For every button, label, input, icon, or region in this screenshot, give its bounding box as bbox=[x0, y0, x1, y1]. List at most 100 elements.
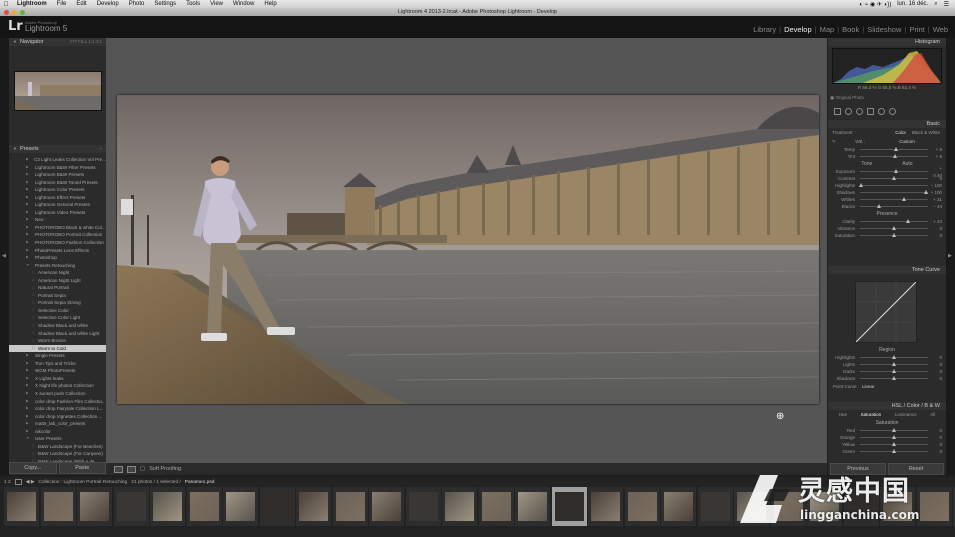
menu-develop[interactable]: Develop bbox=[92, 1, 124, 7]
filmstrip-thumbnail[interactable] bbox=[223, 487, 258, 526]
collapse-right-icon[interactable]: ▶ bbox=[948, 253, 952, 259]
minimize-icon[interactable] bbox=[12, 9, 17, 15]
filmstrip-thumbnail[interactable] bbox=[478, 487, 514, 526]
spot-removal-icon[interactable] bbox=[845, 107, 852, 115]
slider-knob[interactable] bbox=[893, 153, 898, 158]
preset-folder[interactable]: ▶ PhotoPresets Lens Effects bbox=[9, 247, 106, 255]
menu-view[interactable]: View bbox=[205, 1, 228, 7]
slider-track[interactable] bbox=[860, 196, 928, 201]
preset-folder[interactable]: ▶ PHOTOROBO Portrait Collection bbox=[9, 231, 106, 239]
menu-tools[interactable]: Tools bbox=[181, 1, 205, 7]
preset-item[interactable]: Natural Portrait bbox=[9, 284, 106, 292]
menu-photo[interactable]: Photo bbox=[124, 1, 150, 7]
filmstrip-thumbnail[interactable] bbox=[515, 487, 550, 526]
preset-folder[interactable]: ▶ X Night life photos Collection bbox=[9, 382, 106, 390]
slider-track[interactable] bbox=[860, 218, 928, 223]
left-panel-edge[interactable]: ◀ bbox=[0, 38, 9, 475]
hsl-header[interactable]: HSL / Color / B & W bbox=[828, 402, 946, 410]
grid-view-icon[interactable] bbox=[14, 479, 22, 485]
slider-knob[interactable] bbox=[891, 175, 896, 180]
hsl-tab[interactable]: Hue bbox=[839, 410, 847, 419]
close-icon[interactable] bbox=[4, 9, 9, 15]
navigator-header[interactable]: ▼ Navigator FIT FILL 1:1 3:1 bbox=[9, 38, 106, 46]
preset-folder[interactable]: ▶ Photoshop bbox=[9, 254, 106, 262]
slider-track[interactable] bbox=[860, 361, 928, 366]
slider-track[interactable] bbox=[860, 354, 928, 359]
preset-item[interactable]: Shadow Black and white bbox=[9, 322, 106, 330]
preset-folder[interactable]: ▶ X Lights leaks bbox=[9, 375, 106, 383]
filmstrip-thumbnail[interactable] bbox=[332, 487, 368, 526]
slider-value[interactable]: − 100 bbox=[930, 182, 946, 189]
preset-folder[interactable]: ▶ Lightroom Video Presets bbox=[9, 209, 106, 217]
basic-header[interactable]: Basic bbox=[828, 120, 946, 128]
module-library[interactable]: Library bbox=[750, 25, 779, 34]
preset-item[interactable]: Warm Bronze bbox=[9, 337, 106, 345]
slider-track[interactable] bbox=[860, 203, 928, 208]
module-map[interactable]: Map bbox=[817, 25, 838, 34]
slider-track[interactable] bbox=[860, 441, 928, 446]
filmstrip-thumbnail[interactable] bbox=[4, 487, 39, 526]
copy-button[interactable]: Copy... bbox=[9, 462, 57, 474]
preset-folder[interactable]: ▶ color drop Vignettes Collection ... bbox=[9, 413, 106, 421]
preset-item[interactable]: Portrait Sepia Strong bbox=[9, 299, 106, 307]
slider-track[interactable] bbox=[860, 434, 928, 439]
slider-value[interactable]: 0 bbox=[930, 441, 946, 448]
preset-folder[interactable]: ▶ WCM PhotoPresets bbox=[9, 367, 106, 375]
preset-folder[interactable]: ▶ PHOTOROBO Fashion Collection bbox=[9, 239, 106, 247]
treatment-bw[interactable]: Black & White bbox=[912, 129, 946, 136]
slider-knob[interactable] bbox=[901, 196, 906, 201]
filmstrip-thumbnail[interactable] bbox=[259, 487, 295, 526]
filmstrip-thumbnail[interactable] bbox=[588, 487, 623, 526]
add-preset-icon[interactable]: + bbox=[99, 145, 106, 153]
menu-file[interactable]: File bbox=[52, 1, 72, 7]
slider-knob[interactable] bbox=[891, 375, 896, 380]
wb-select[interactable]: Custom bbox=[868, 138, 946, 145]
module-develop[interactable]: Develop bbox=[781, 25, 815, 34]
filmstrip-thumbnail[interactable] bbox=[186, 487, 222, 526]
slider-value[interactable]: + 8 bbox=[930, 146, 946, 153]
paste-button[interactable]: Paste bbox=[58, 462, 106, 474]
slider-knob[interactable] bbox=[877, 203, 882, 208]
preset-folder[interactable]: ▶ matte_lab_color_presets bbox=[9, 420, 106, 428]
back-arrow-icon[interactable]: ◀ ▶ bbox=[26, 480, 35, 485]
preset-item[interactable]: Selective Color bbox=[9, 307, 106, 315]
slider-knob[interactable] bbox=[891, 232, 896, 237]
slider-value[interactable]: 0 bbox=[930, 175, 946, 182]
original-photo-checkbox[interactable]: ▣ Original Photo bbox=[830, 95, 864, 101]
filmstrip-thumbnail[interactable] bbox=[624, 487, 660, 526]
slider-knob[interactable] bbox=[905, 218, 910, 223]
filmstrip-thumbnail[interactable] bbox=[442, 487, 477, 526]
slider-knob[interactable] bbox=[924, 189, 929, 194]
preset-folder[interactable]: ▶ Lightroom General Presets bbox=[9, 201, 106, 209]
module-print[interactable]: Print bbox=[906, 25, 927, 34]
radial-filter-icon[interactable] bbox=[878, 107, 885, 115]
slider-track[interactable] bbox=[858, 182, 928, 187]
module-slideshow[interactable]: Slideshow bbox=[864, 25, 904, 34]
hsl-tab[interactable]: Saturation bbox=[861, 410, 882, 419]
slider-track[interactable] bbox=[860, 448, 928, 453]
apple-icon[interactable]:  bbox=[0, 1, 12, 8]
preset-folder[interactable]: ▶ Lightroom B&W Toned Presets bbox=[9, 179, 106, 187]
menubar-clock[interactable]: lun. 16 déc. bbox=[897, 1, 928, 8]
menu-settings[interactable]: Settings bbox=[149, 1, 181, 7]
main-photo[interactable] bbox=[117, 95, 819, 404]
preset-folder[interactable]: ▶ X sunset push Collection bbox=[9, 390, 106, 398]
preset-item[interactable]: American Night Light bbox=[9, 277, 106, 285]
slider-knob[interactable] bbox=[891, 434, 896, 439]
filmstrip-thumbnail[interactable] bbox=[113, 487, 149, 526]
preset-folder[interactable]: ▶ Lightroom B&W Presets bbox=[9, 171, 106, 179]
preset-item[interactable]: Selective Color Light bbox=[9, 314, 106, 322]
point-curve-select[interactable]: Linear bbox=[862, 383, 875, 390]
graduated-filter-icon[interactable] bbox=[867, 107, 874, 115]
slider-knob[interactable] bbox=[891, 368, 896, 373]
module-web[interactable]: Web bbox=[930, 25, 951, 34]
preset-folder[interactable]: ▶ color drop Fairytale Collection L... bbox=[9, 405, 106, 413]
preset-folder[interactable]: ▶ C3 Light Leaks Collection Vol Pre... bbox=[9, 156, 106, 164]
slider-knob[interactable] bbox=[894, 146, 899, 151]
preset-item[interactable]: Portrait Sepia bbox=[9, 292, 106, 300]
filmstrip-source[interactable]: Collection : Lightroom Portrait Retouchi… bbox=[38, 480, 127, 485]
menu-help[interactable]: Help bbox=[259, 1, 281, 7]
secondary-window-icons[interactable]: 1 2 bbox=[4, 480, 11, 485]
menu-window[interactable]: Window bbox=[228, 1, 259, 7]
preset-item[interactable]: Warm to Cold bbox=[9, 344, 106, 353]
